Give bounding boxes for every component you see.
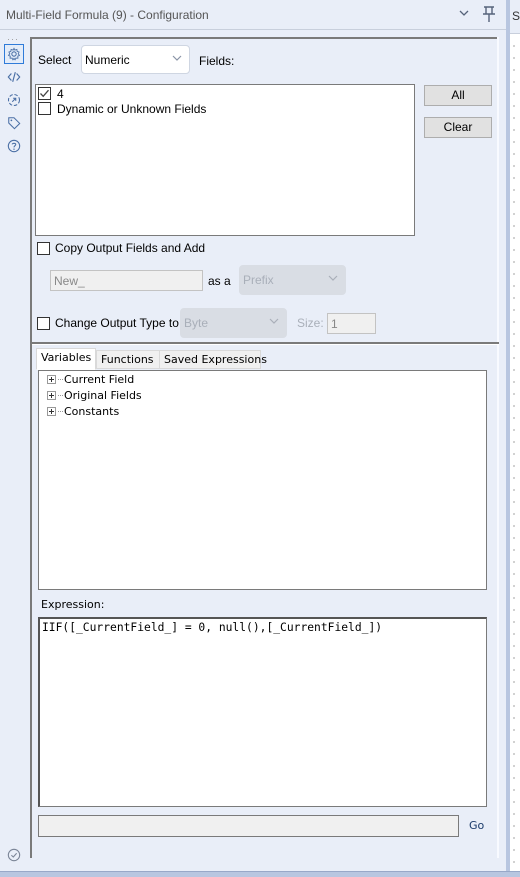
panel-edge bbox=[497, 37, 499, 858]
section-splitter[interactable] bbox=[32, 342, 499, 345]
fields-label: Fields: bbox=[199, 54, 235, 68]
bottom-splitter[interactable] bbox=[0, 871, 520, 877]
fields-list[interactable]: 4 Dynamic or Unknown Fields bbox=[35, 84, 415, 236]
tree-item-label: Current Field bbox=[64, 373, 135, 386]
as-a-label: as a bbox=[208, 274, 231, 288]
chevron-down-icon[interactable] bbox=[457, 6, 471, 20]
copy-output-checkbox[interactable] bbox=[37, 242, 50, 255]
tag-icon[interactable] bbox=[5, 114, 23, 132]
go-button[interactable]: Go bbox=[469, 819, 484, 832]
field-label: Dynamic or Unknown Fields bbox=[57, 102, 207, 116]
tree-item-constants[interactable]: Constants bbox=[47, 405, 119, 421]
pin-icon[interactable] bbox=[481, 5, 497, 23]
new-field-name-value: New_ bbox=[54, 274, 85, 288]
tab-saved-expressions[interactable]: Saved Expressions bbox=[159, 350, 267, 369]
tab-variables[interactable]: Variables bbox=[36, 348, 96, 370]
new-field-name-input[interactable]: New_ bbox=[50, 270, 203, 291]
field-checkbox[interactable] bbox=[38, 102, 51, 115]
prefix-suffix-value: Prefix bbox=[243, 273, 274, 287]
chevron-down-icon bbox=[268, 315, 280, 327]
field-checkbox[interactable] bbox=[38, 87, 51, 100]
expression-label: Expression: bbox=[41, 598, 105, 611]
help-icon[interactable] bbox=[5, 137, 23, 155]
select-type-value: Numeric bbox=[85, 53, 130, 67]
annotation-icon[interactable] bbox=[5, 91, 23, 109]
field-label: 4 bbox=[57, 87, 64, 101]
prefix-suffix-dropdown[interactable]: Prefix bbox=[239, 265, 346, 295]
tree-item-original-fields[interactable]: Original Fields bbox=[47, 389, 142, 405]
adjacent-panel-header: S bbox=[510, 0, 520, 34]
code-icon[interactable] bbox=[5, 68, 23, 86]
tree-item-label: Original Fields bbox=[64, 389, 142, 402]
size-value: 1 bbox=[331, 317, 338, 331]
title-bar: Multi-Field Formula (9) - Configuration bbox=[0, 0, 506, 30]
tab-functions[interactable]: Functions bbox=[96, 350, 160, 369]
copy-output-label: Copy Output Fields and Add bbox=[55, 241, 206, 255]
output-type-dropdown[interactable]: Byte bbox=[180, 308, 287, 338]
sidebar: ··· bbox=[0, 31, 30, 871]
adjacent-panel: S bbox=[506, 0, 520, 872]
tree-item-label: Constants bbox=[64, 405, 120, 418]
size-input[interactable]: 1 bbox=[327, 313, 376, 334]
chevron-down-icon bbox=[327, 272, 339, 284]
expression-editor[interactable]: IIF([_CurrentField_] = 0, null(),[_Curre… bbox=[38, 617, 487, 807]
expand-icon[interactable] bbox=[47, 391, 56, 400]
select-label: Select bbox=[38, 53, 72, 67]
tree-item-current-field[interactable]: Current Field bbox=[47, 373, 134, 389]
adjacent-panel-title: S bbox=[512, 9, 520, 23]
grip-icon[interactable]: ··· bbox=[7, 34, 19, 44]
field-item[interactable]: Dynamic or Unknown Fields bbox=[38, 102, 408, 117]
dotted-grid bbox=[513, 40, 515, 870]
expand-icon[interactable] bbox=[47, 375, 56, 384]
expand-icon[interactable] bbox=[47, 407, 56, 416]
check-circle-icon[interactable] bbox=[5, 846, 23, 864]
go-input[interactable] bbox=[38, 815, 459, 837]
size-label: Size: bbox=[297, 316, 324, 330]
chevron-down-icon bbox=[171, 52, 183, 64]
output-type-value: Byte bbox=[184, 316, 209, 330]
window-title: Multi-Field Formula (9) - Configuration bbox=[6, 8, 209, 22]
clear-button[interactable]: Clear bbox=[424, 117, 492, 138]
change-type-checkbox[interactable] bbox=[37, 317, 50, 330]
change-type-label: Change Output Type to bbox=[55, 316, 179, 330]
field-item[interactable]: 4 bbox=[38, 87, 408, 102]
select-all-button[interactable]: All bbox=[424, 85, 492, 106]
variables-tree[interactable]: Current Field Original Fields Constants bbox=[38, 370, 487, 590]
select-type-dropdown[interactable]: Numeric bbox=[81, 45, 190, 74]
expression-text: IIF([_CurrentField_] = 0, null(),[_Curre… bbox=[42, 621, 383, 634]
gear-icon[interactable] bbox=[4, 44, 24, 64]
